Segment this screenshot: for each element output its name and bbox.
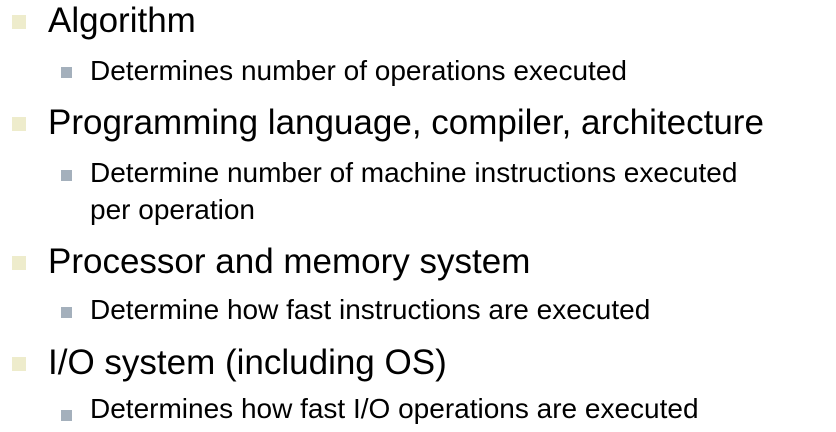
- sub-bullet-square-icon: [61, 307, 72, 318]
- bullet-square-icon: [12, 117, 26, 131]
- sub-bullet-square-icon: [61, 170, 72, 181]
- sub-bullet-operations-executed: Determines number of operations executed: [90, 55, 627, 86]
- bullet-square-icon: [12, 256, 26, 270]
- sub-bullet-instruction-speed: Determine how fast instructions are exec…: [90, 294, 651, 325]
- bullet-programming-language: Programming language, compiler, architec…: [48, 103, 764, 142]
- sub-bullet-machine-instructions: Determine number of machine instructions…: [90, 157, 738, 188]
- bullet-square-icon: [12, 357, 26, 371]
- sub-bullet-io-speed: Determines how fast I/O operations are e…: [90, 393, 699, 424]
- sub-bullet-square-icon: [61, 67, 72, 78]
- bullet-processor-memory: Processor and memory system: [48, 242, 531, 281]
- bullet-io-system: I/O system (including OS): [48, 343, 447, 382]
- sub-bullet-square-icon: [61, 410, 72, 421]
- sub-bullet-per-operation: per operation: [90, 194, 256, 225]
- bullet-square-icon: [12, 15, 26, 29]
- slide-content: Algorithm Determines number of operation…: [0, 0, 836, 432]
- bullet-algorithm: Algorithm: [48, 1, 196, 40]
